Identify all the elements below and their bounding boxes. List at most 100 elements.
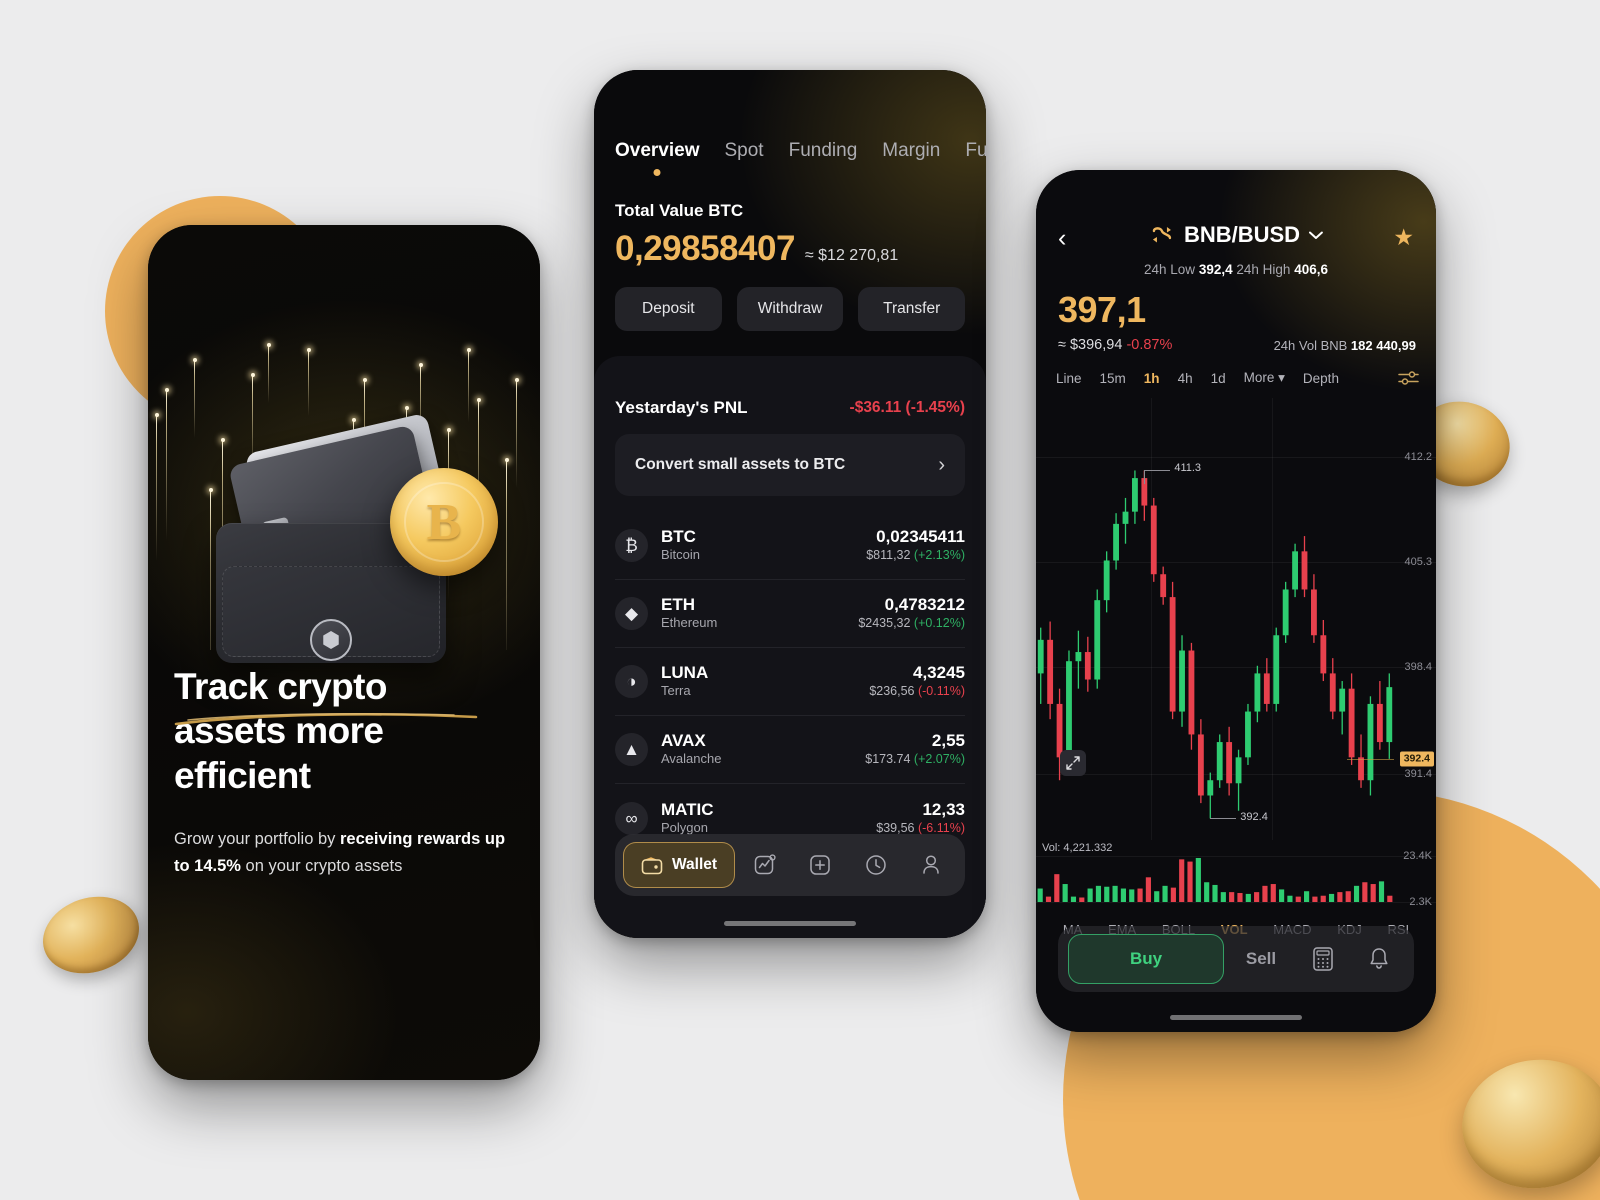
light-ray [154, 413, 160, 561]
wallet-phone: Overview Spot Funding Margin Futur Total Val… [594, 70, 986, 938]
volume-24h-label: 24h Vol BNB [1273, 338, 1348, 353]
asset-fiat: $2435,32 (+0.12%) [858, 616, 965, 631]
asset-row[interactable]: ◑ LUNA Terra 4,3245 $236,56 (-0.11%) [615, 648, 965, 716]
asset-row[interactable]: ₿ BTC Bitcoin 0,02345411 $811,32 (+2.13%) [615, 512, 965, 580]
deposit-button[interactable]: Deposit [615, 287, 722, 331]
asset-symbol: ETH [661, 595, 695, 615]
tab-overview[interactable]: Overview [615, 140, 700, 162]
low-value: 392,4 [1198, 262, 1233, 277]
tab-futur[interactable]: Futur [965, 140, 986, 162]
alert-button[interactable] [1354, 946, 1404, 972]
timeframe-4h[interactable]: 4h [1178, 371, 1193, 386]
asset-amount: 4,3245 [913, 663, 965, 683]
swap-icon [1152, 227, 1172, 243]
onboarding-title-line-2: assets more [174, 710, 384, 752]
volume-label: Vol: 4,221.332 [1042, 842, 1113, 854]
chart-header: ‹ BNB/BUSD ★ 24h Low 392,4 24h High 406,… [1036, 218, 1436, 290]
asset-name: Terra [661, 683, 691, 699]
wallet-tab-bar[interactable]: Overview Spot Funding Margin Futur [615, 140, 986, 162]
onboarding-screen: B Track crypto assets more efficient Gro… [148, 225, 540, 1080]
tab-add[interactable] [795, 853, 846, 877]
light-ray [164, 388, 170, 540]
plus-square-icon [810, 855, 831, 875]
price-sub-row: ≈ $396,94 -0.87% [1058, 337, 1172, 353]
pnl-row: Yestarday's PNL -$36.11 (-1.45%) [615, 398, 965, 418]
annotation-swing-high: 411.3 [1174, 462, 1202, 475]
withdraw-button[interactable]: Withdraw [736, 287, 844, 331]
tab-profile[interactable] [906, 853, 957, 877]
onboarding-title-line-3: efficient [174, 754, 311, 796]
bitcoin-coin-icon: B [390, 468, 498, 576]
price-change: -0.87% [1126, 337, 1173, 353]
convert-small-assets-button[interactable]: Convert small assets to BTC › [615, 434, 965, 496]
transfer-button[interactable]: Transfer [858, 287, 966, 331]
avax-icon: ▲ [615, 733, 648, 766]
subtitle-part-3: on your crypto assets [240, 856, 403, 875]
sell-button[interactable]: Sell [1230, 949, 1292, 969]
chevron-down-icon: ▾ [1274, 370, 1285, 385]
timeframe-row[interactable]: Line 15m 1h 4h 1d More ▾ Depth [1056, 370, 1420, 386]
low-label: 24h Low [1144, 262, 1196, 277]
wallet-action-buttons[interactable]: Deposit Withdraw Transfer [615, 287, 966, 331]
annotation-swing-low: 392.4 [1240, 811, 1268, 824]
chevron-down-icon [1309, 231, 1324, 239]
volume-24h: 24h Vol BNB 182 440,99 [1274, 338, 1416, 353]
tab-wallet[interactable]: Wallet [623, 842, 736, 888]
current-price-marker: 392.4 [1399, 751, 1434, 767]
subtitle-part-1: Grow your portfolio by [174, 830, 340, 849]
asset-change: (-0.11%) [917, 684, 965, 699]
trade-action-bar: Buy Sell [1058, 926, 1414, 992]
light-ray [306, 348, 312, 416]
current-price-line [1346, 758, 1394, 760]
hexagon-badge-icon [310, 619, 352, 661]
asset-list: ₿ BTC Bitcoin 0,02345411 $811,32 (+2.13%) ◆ ET… [615, 512, 965, 852]
timeframe-line[interactable]: Line [1056, 371, 1082, 386]
tab-spot[interactable]: Spot [725, 140, 764, 162]
calculator-button[interactable] [1298, 946, 1348, 972]
back-button[interactable]: ‹ [1058, 224, 1066, 253]
volume-24h-value: 182 440,99 [1350, 338, 1416, 353]
pnl-value: -$36.11 (-1.45%) [849, 399, 965, 416]
wallet-icon [641, 856, 663, 874]
asset-symbol: MATIC [661, 799, 714, 819]
timeframe-1d[interactable]: 1d [1211, 371, 1226, 386]
onboarding-phone: B Track crypto assets more efficient Gro… [148, 225, 540, 1080]
tab-history[interactable] [850, 853, 901, 877]
favorite-star-icon[interactable]: ★ [1393, 224, 1414, 251]
timeframe-more[interactable]: More ▾ [1244, 370, 1285, 386]
wallet-assets-sheet: Yestarday's PNL -$36.11 (-1.45%) Convert… [594, 356, 986, 938]
timeframe-15m[interactable]: 15m [1100, 371, 1126, 386]
candlestick-chart[interactable]: 412.2 405.3 398.4 391.4 411.3 392.4 392.4 [1036, 398, 1436, 840]
volume-grid-line [1036, 902, 1436, 903]
asset-row[interactable]: ◆ ETH Ethereum 0,4783212 $2435,32 (+0.12%) [615, 580, 965, 648]
timeframe-depth[interactable]: Depth [1303, 371, 1339, 386]
tab-funding[interactable]: Funding [789, 140, 858, 162]
expand-chart-button[interactable] [1060, 750, 1086, 776]
asset-change: (-6.11%) [917, 820, 965, 835]
total-value-amount: 0,29858407 [615, 229, 795, 268]
home-indicator-chart [1170, 1015, 1302, 1020]
bell-icon [1370, 948, 1388, 969]
onboarding-subtitle: Grow your portfolio by receiving rewards… [174, 826, 514, 879]
asset-symbol: BTC [661, 527, 696, 547]
asset-fiat: $811,32 (+2.13%) [866, 548, 965, 563]
sliders-icon [1398, 371, 1419, 385]
tab-markets[interactable] [739, 853, 790, 877]
light-ray [266, 343, 272, 403]
pair-selector[interactable]: BNB/BUSD [1149, 222, 1324, 248]
buy-button[interactable]: Buy [1068, 934, 1224, 984]
total-value-fiat: ≈ $12 270,81 [804, 247, 899, 264]
wallet-screen: Overview Spot Funding Margin Futur Total Val… [594, 70, 986, 938]
onboarding-copy: Track crypto assets more efficient Grow … [174, 665, 514, 880]
person-icon [923, 855, 940, 874]
total-value-row: 0,29858407 ≈ $12 270,81 [615, 229, 898, 269]
tab-margin[interactable]: Margin [882, 140, 940, 162]
timeframe-1h[interactable]: 1h [1144, 371, 1160, 386]
asset-name: Ethereum [661, 615, 718, 631]
asset-row[interactable]: ▲ AVAX Avalanche 2,55 $173.74 (+2.07%) [615, 716, 965, 784]
bottom-tab-bar[interactable]: Wallet [615, 834, 965, 896]
chart-settings-button[interactable] [1398, 370, 1420, 386]
asset-change: (+2.13%) [913, 548, 965, 563]
high-value: 406,6 [1294, 262, 1328, 277]
candles-svg [1037, 470, 1393, 819]
